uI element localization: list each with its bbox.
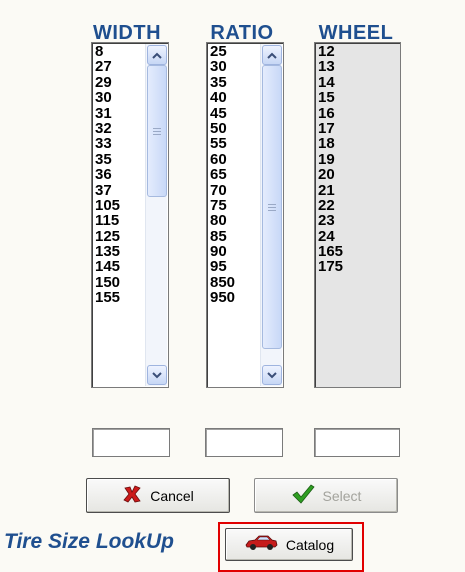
list-item[interactable]: 19 — [318, 151, 343, 167]
list-item[interactable]: 37 — [95, 182, 120, 198]
list-item[interactable]: 165 — [318, 244, 343, 260]
list-item[interactable]: 25 — [210, 44, 235, 60]
list-item[interactable]: 75 — [210, 198, 235, 214]
wheel-listbox[interactable]: 12 13 14 15 16 17 18 19 20 21 22 23 24 165 175 — [314, 42, 401, 388]
list-item[interactable]: 23 — [318, 213, 343, 229]
list-item[interactable]: 50 — [210, 121, 235, 137]
chevron-up-icon[interactable] — [147, 45, 167, 65]
list-item[interactable]: 35 — [210, 74, 235, 90]
wheel-field[interactable] — [314, 428, 400, 457]
list-item[interactable]: 21 — [318, 182, 343, 198]
list-item[interactable]: 20 — [318, 167, 343, 183]
red-x-icon — [122, 484, 142, 507]
list-item[interactable]: 105 — [95, 198, 120, 214]
list-item[interactable]: 22 — [318, 198, 343, 214]
list-item[interactable]: 45 — [210, 105, 235, 121]
list-item[interactable]: 135 — [95, 244, 120, 260]
list-item[interactable]: 30 — [210, 59, 235, 75]
list-item[interactable]: 175 — [318, 259, 343, 275]
chevron-down-icon[interactable] — [147, 365, 167, 385]
ratio-field[interactable] — [205, 428, 283, 457]
list-item[interactable]: 95 — [210, 259, 235, 275]
list-item[interactable]: 115 — [95, 213, 120, 229]
cancel-button[interactable]: Cancel — [86, 478, 230, 513]
list-item[interactable]: 24 — [318, 228, 343, 244]
list-item[interactable]: 16 — [318, 105, 343, 121]
list-item[interactable]: 15 — [318, 90, 343, 106]
list-item[interactable]: 150 — [95, 274, 120, 290]
list-item[interactable]: 30 — [95, 90, 120, 106]
list-item[interactable]: 33 — [95, 136, 120, 152]
list-item[interactable]: 8 — [95, 44, 120, 60]
width-items: 8 27 29 30 31 32 33 35 36 37 105 115 125 135 145 150 155 — [95, 44, 120, 306]
chevron-up-icon[interactable] — [262, 45, 282, 65]
select-label: Select — [322, 487, 362, 504]
list-item[interactable]: 18 — [318, 136, 343, 152]
page-title: Tire Size LookUp — [4, 530, 174, 553]
list-item[interactable]: 90 — [210, 244, 235, 260]
list-item[interactable]: 55 — [210, 136, 235, 152]
ratio-scroll-thumb[interactable] — [262, 65, 282, 349]
list-item[interactable]: 32 — [95, 121, 120, 137]
width-scroll-thumb[interactable] — [147, 65, 167, 197]
list-item[interactable]: 80 — [210, 213, 235, 229]
list-item[interactable]: 155 — [95, 290, 120, 306]
list-item[interactable]: 60 — [210, 151, 235, 167]
ratio-listbox[interactable]: 25 30 35 40 45 50 55 60 65 70 75 80 85 90 95 850 950 — [206, 42, 284, 388]
catalog-highlight-box — [218, 522, 364, 572]
cancel-label: Cancel — [150, 487, 194, 504]
list-item[interactable]: 850 — [210, 274, 235, 290]
select-button[interactable]: Select — [254, 478, 398, 513]
list-item[interactable]: 36 — [95, 167, 120, 183]
list-item[interactable]: 145 — [95, 259, 120, 275]
ratio-scrollbar[interactable] — [260, 44, 282, 386]
list-item[interactable]: 950 — [210, 290, 235, 306]
list-item[interactable]: 125 — [95, 228, 120, 244]
list-item[interactable]: 31 — [95, 105, 120, 121]
chevron-down-icon[interactable] — [262, 365, 282, 385]
green-checkmark-icon — [291, 483, 315, 508]
list-item[interactable]: 65 — [210, 167, 235, 183]
list-item[interactable]: 35 — [95, 151, 120, 167]
ratio-items: 25 30 35 40 45 50 55 60 65 70 75 80 85 90 95 850 950 — [210, 44, 235, 306]
list-item[interactable]: 12 — [318, 44, 343, 60]
list-item[interactable]: 14 — [318, 74, 343, 90]
list-item[interactable]: 85 — [210, 228, 235, 244]
list-item[interactable]: 13 — [318, 59, 343, 75]
list-item[interactable]: 17 — [318, 121, 343, 137]
list-item[interactable]: 40 — [210, 90, 235, 106]
width-scrollbar[interactable] — [145, 44, 167, 386]
list-item[interactable]: 27 — [95, 59, 120, 75]
width-listbox[interactable]: 8 27 29 30 31 32 33 35 36 37 105 115 125 135 145 150 155 — [91, 42, 169, 388]
wheel-items: 12 13 14 15 16 17 18 19 20 21 22 23 24 165 175 — [318, 44, 343, 275]
list-item[interactable]: 70 — [210, 182, 235, 198]
list-item[interactable]: 29 — [95, 74, 120, 90]
width-field[interactable] — [92, 428, 170, 457]
